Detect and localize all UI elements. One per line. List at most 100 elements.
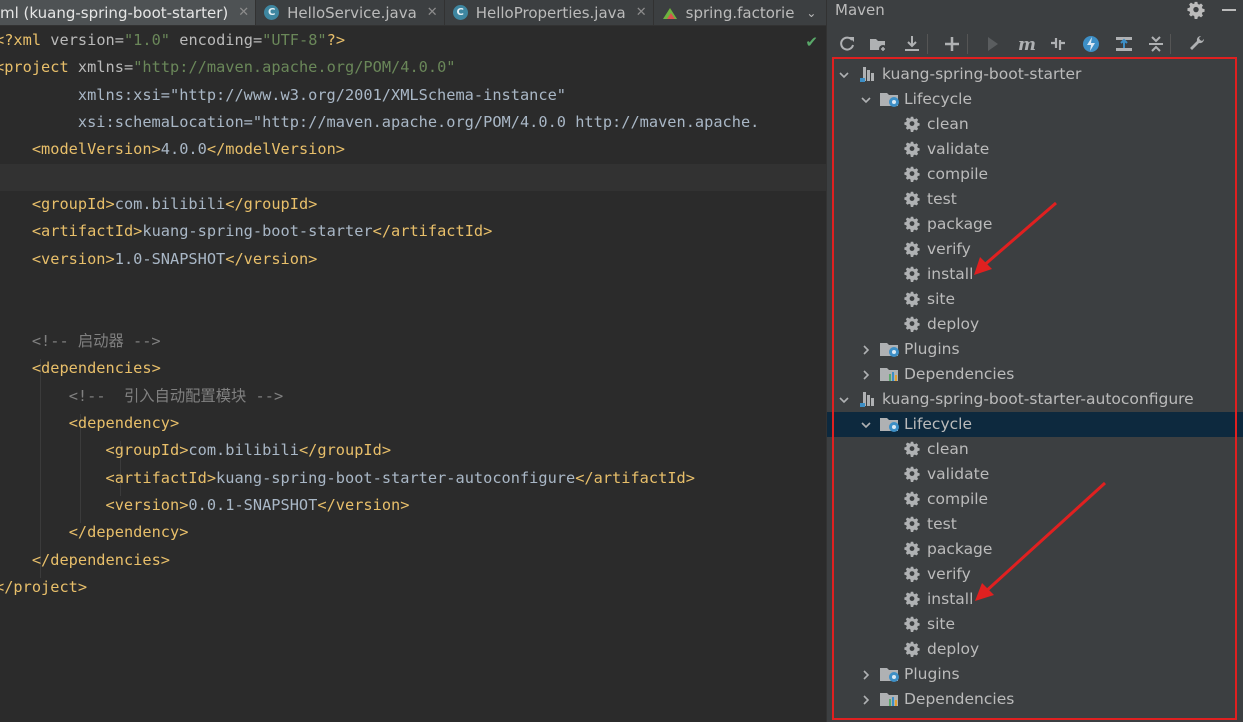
lifecycle-phase-install[interactable]: install: [827, 262, 1243, 287]
lifecycle-phase-validate[interactable]: validate: [827, 462, 1243, 487]
lifecycle-phase-verify[interactable]: verify: [827, 562, 1243, 587]
code-line[interactable]: </dependency>: [0, 519, 189, 546]
lifecycle-phase-verify-label: verify: [927, 240, 971, 258]
current-line-highlight: [0, 163, 826, 191]
lifecycle-phase-deploy[interactable]: deploy: [827, 637, 1243, 662]
lifecycle-node[interactable]: Lifecycle: [827, 412, 1243, 437]
chevron-down-icon[interactable]: [839, 395, 849, 405]
close-icon[interactable]: ✕: [427, 5, 438, 20]
lifecycle-node-label: Lifecycle: [904, 90, 972, 108]
lifecycle-phase-compile[interactable]: compile: [827, 162, 1243, 187]
reload-icon[interactable]: [836, 33, 858, 55]
add-icon[interactable]: [941, 33, 963, 55]
code-line[interactable]: <project xmlns="http://maven.apache.org/…: [0, 54, 456, 81]
code-line[interactable]: <modelVersion>4.0.0</modelVersion>: [0, 136, 345, 163]
code-line[interactable]: <!-- 引入自动配置模块 -->: [0, 383, 283, 410]
lifecycle-phase-verify[interactable]: verify: [827, 237, 1243, 262]
maven-project-node[interactable]: kuang-spring-boot-starter: [827, 62, 1243, 87]
execute-goal-icon[interactable]: m: [1015, 33, 1037, 55]
code-line[interactable]: <groupId>com.bilibili</groupId>: [0, 437, 392, 464]
lifecycle-phase-compile-label: compile: [927, 165, 989, 183]
code-line[interactable]: <groupId>com.bilibili</groupId>: [0, 191, 318, 218]
gear-icon: [904, 616, 920, 636]
chevron-right-icon[interactable]: [861, 670, 871, 680]
editor-tab[interactable]: spring.factorie: [654, 0, 801, 25]
chevron-right-icon[interactable]: [861, 345, 871, 355]
lifecycle-phase-clean[interactable]: clean: [827, 437, 1243, 462]
dependencies-node[interactable]: Dependencies: [827, 687, 1243, 712]
chevron-down-icon[interactable]: [839, 70, 849, 80]
editor-tab[interactable]: ml (kuang-spring-boot-starter) ✕: [0, 0, 257, 25]
code-area[interactable]: <?xml version="1.0" encoding="UTF-8"?><p…: [0, 27, 826, 722]
code-line[interactable]: </project>: [0, 574, 87, 601]
code-line[interactable]: <!-- 启动器 -->: [0, 328, 161, 355]
chevron-right-icon[interactable]: [861, 370, 871, 380]
skip-tests-icon[interactable]: [1080, 33, 1102, 55]
dependencies-node[interactable]: Dependencies: [827, 362, 1243, 387]
gear-icon: [904, 316, 920, 336]
lifecycle-phase-validate-label: validate: [927, 465, 990, 483]
chevron-down-icon[interactable]: ⌄: [800, 0, 822, 25]
minimize-icon[interactable]: [1222, 9, 1236, 11]
gear-icon: [904, 141, 920, 161]
lifecycle-phase-package[interactable]: package: [827, 537, 1243, 562]
lifecycle-phase-deploy[interactable]: deploy: [827, 312, 1243, 337]
close-icon[interactable]: ✕: [636, 5, 647, 20]
lifecycle-phase-site[interactable]: site: [827, 612, 1243, 637]
close-icon[interactable]: ✕: [238, 5, 249, 20]
toolbar-separator: [967, 34, 968, 54]
settings-wrench-icon[interactable]: [1187, 33, 1209, 55]
gear-icon: [904, 191, 920, 211]
lifecycle-phase-validate[interactable]: validate: [827, 137, 1243, 162]
download-icon[interactable]: [901, 33, 923, 55]
run-icon[interactable]: [981, 33, 1003, 55]
collapse-all-icon[interactable]: [1145, 33, 1167, 55]
editor-tab[interactable]: C HelloProperties.java ✕: [445, 0, 654, 25]
lifecycle-phase-deploy-label: deploy: [927, 315, 980, 333]
plugins-folder-icon: [879, 340, 901, 362]
lifecycle-phase-clean[interactable]: clean: [827, 112, 1243, 137]
gear-icon: [904, 566, 920, 586]
gear-icon: [904, 516, 920, 536]
lifecycle-phase-site[interactable]: site: [827, 287, 1243, 312]
svg-text:m: m: [1018, 35, 1036, 54]
plugins-node[interactable]: Plugins: [827, 662, 1243, 687]
lifecycle-phase-clean-label: clean: [927, 440, 969, 458]
toggle-offline-icon[interactable]: [1047, 33, 1069, 55]
toolbar-separator: [1170, 34, 1171, 54]
chevron-down-icon[interactable]: [861, 420, 871, 430]
code-editor[interactable]: ml (kuang-spring-boot-starter) ✕ C HelloSer…: [0, 0, 826, 722]
code-line[interactable]: </dependencies>: [0, 547, 170, 574]
gear-icon[interactable]: [1187, 0, 1205, 20]
lifecycle-phase-verify-label: verify: [927, 565, 971, 583]
code-line[interactable]: <artifactId>kuang-spring-boot-starter</a…: [0, 218, 493, 245]
lifecycle-phase-compile[interactable]: compile: [827, 487, 1243, 512]
lifecycle-phase-test[interactable]: test: [827, 512, 1243, 537]
gear-icon: [904, 116, 920, 136]
editor-tab[interactable]: C HelloService.java ✕: [256, 0, 445, 25]
editor-tab-label: HelloProperties.java: [475, 3, 626, 22]
plugins-node-label: Plugins: [904, 665, 960, 683]
code-line[interactable]: xsi:schemaLocation="http://maven.apache.…: [0, 109, 760, 136]
add-folder-icon[interactable]: [867, 33, 889, 55]
lifecycle-phase-test-label: test: [927, 515, 957, 533]
lifecycle-phase-install-label: install: [927, 265, 974, 283]
lifecycle-phase-install[interactable]: install: [827, 587, 1243, 612]
code-line[interactable]: <dependency>: [0, 410, 180, 437]
plugins-node[interactable]: Plugins: [827, 337, 1243, 362]
code-line[interactable]: <version>0.0.1-SNAPSHOT</version>: [0, 492, 410, 519]
lifecycle-node[interactable]: Lifecycle: [827, 87, 1243, 112]
maven-project-node[interactable]: kuang-spring-boot-starter-autoconfigure: [827, 387, 1243, 412]
code-line[interactable]: <?xml version="1.0" encoding="UTF-8"?>: [0, 27, 345, 54]
dependencies-node-label: Dependencies: [904, 365, 1015, 383]
code-line[interactable]: xmlns:xsi="http://www.w3.org/2001/XMLSch…: [0, 82, 566, 109]
chevron-down-icon[interactable]: [861, 95, 871, 105]
code-line[interactable]: <version>1.0-SNAPSHOT</version>: [0, 246, 318, 273]
lifecycle-phase-package[interactable]: package: [827, 212, 1243, 237]
code-line[interactable]: <artifactId>kuang-spring-boot-starter-au…: [0, 465, 695, 492]
lifecycle-phase-test[interactable]: test: [827, 187, 1243, 212]
chevron-right-icon[interactable]: [861, 695, 871, 705]
maven-tool-window: Maven m kuang-spring-boot-starter Lifecyc…: [826, 0, 1243, 722]
code-line[interactable]: <dependencies>: [0, 355, 161, 382]
show-dependencies-icon[interactable]: [1113, 33, 1135, 55]
